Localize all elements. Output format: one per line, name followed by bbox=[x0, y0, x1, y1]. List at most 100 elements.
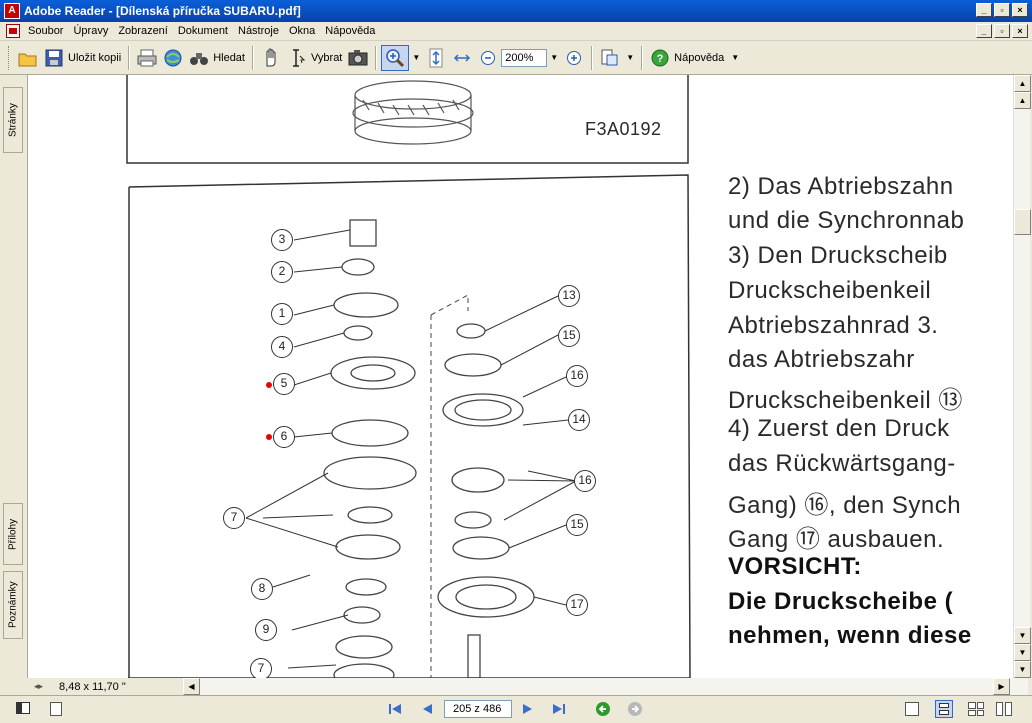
rotate-dropdown-icon[interactable]: ▼ bbox=[626, 53, 634, 62]
menu-document[interactable]: Dokument bbox=[174, 25, 234, 37]
doc-text-line: 2) Das Abtriebszahn bbox=[728, 173, 954, 200]
scroll-up-icon[interactable]: ▲ bbox=[1014, 92, 1031, 109]
zoom-level-input[interactable]: 200% bbox=[501, 48, 548, 67]
page-size-label: 8,48 x 11,70 " bbox=[59, 680, 126, 693]
vertical-scrollbar[interactable]: ▲ ▲ ▼ ▼ ▼ bbox=[1013, 75, 1031, 678]
go-back-icon[interactable] bbox=[594, 701, 612, 717]
scroll-down-icon[interactable]: ▼ bbox=[1014, 627, 1031, 644]
toolbar: Uložit kopii Hledat Vybrat ▼ 200% ▼ ▼ ? … bbox=[0, 41, 1032, 75]
doc-close-button[interactable]: × bbox=[1012, 24, 1028, 38]
facing-pages-icon[interactable] bbox=[968, 702, 984, 716]
scroll-thumb[interactable] bbox=[1014, 209, 1031, 235]
help-button[interactable]: ? Nápověda ▼ bbox=[647, 45, 745, 71]
print-button[interactable] bbox=[134, 45, 160, 71]
minus-circle-icon bbox=[478, 48, 498, 68]
menu-tools[interactable]: Nástroje bbox=[234, 25, 285, 37]
doc-text-line: das Abtriebszahr bbox=[728, 346, 915, 373]
menu-view[interactable]: Zobrazení bbox=[114, 25, 174, 37]
open-button[interactable] bbox=[15, 45, 41, 71]
doc-text-line: Druckscheibenkeil ⑬ bbox=[728, 387, 963, 414]
tab-pages-label: Stránky bbox=[7, 103, 19, 137]
resize-arrows-icon[interactable]: ◂▸ bbox=[34, 681, 43, 692]
document-view[interactable]: F3A0192 3 2 1 4 5 6 7 8 9 7 13 15 16 14 … bbox=[28, 75, 1013, 678]
doc-minimize-button[interactable]: _ bbox=[976, 24, 992, 38]
horizontal-scrollbar[interactable]: ◀ ▶ bbox=[183, 678, 1028, 695]
go-forward-icon[interactable] bbox=[626, 701, 644, 717]
caution-text-line: Die Druckscheibe ( bbox=[728, 588, 954, 615]
select-tool-button[interactable]: Vybrat bbox=[284, 45, 345, 71]
svg-text:?: ? bbox=[657, 53, 664, 65]
toolbar-separator bbox=[375, 45, 378, 70]
callout: 16 bbox=[574, 470, 596, 492]
zoom-in-tool-button[interactable] bbox=[381, 44, 410, 71]
close-button[interactable]: × bbox=[1012, 3, 1028, 17]
menu-edit[interactable]: Úpravy bbox=[69, 25, 114, 37]
caution-text-line: nehmen, wenn diese bbox=[728, 622, 972, 649]
callout: 15 bbox=[566, 514, 588, 536]
zoom-dropdown-icon[interactable]: ▼ bbox=[550, 53, 558, 62]
restore-button[interactable]: ▫ bbox=[994, 3, 1010, 17]
search-button[interactable]: Hledat bbox=[186, 45, 248, 71]
doc-text-line: 4) Zuerst den Druck bbox=[728, 415, 950, 442]
title-bar: A Adobe Reader - [Dílenská příručka SUBA… bbox=[0, 0, 1032, 22]
scroll-right-icon[interactable]: ▶ bbox=[993, 678, 1010, 695]
next-page-icon[interactable] bbox=[519, 701, 537, 717]
menu-help[interactable]: Nápověda bbox=[321, 25, 381, 37]
binoculars-icon bbox=[189, 48, 209, 68]
fit-width-button[interactable] bbox=[449, 45, 475, 71]
first-page-icon[interactable] bbox=[386, 701, 404, 717]
horizontal-bar: ◂▸ 8,48 x 11,70 " ◀ ▶ bbox=[28, 678, 1030, 695]
toolbar-separator bbox=[641, 45, 644, 70]
page-rotate-icon bbox=[600, 48, 620, 68]
minimize-button[interactable]: _ bbox=[976, 3, 992, 17]
toolbar-grip[interactable] bbox=[8, 45, 11, 70]
single-page-icon[interactable] bbox=[905, 702, 919, 716]
last-page-icon[interactable] bbox=[550, 701, 568, 717]
toolbar-separator bbox=[128, 45, 131, 70]
select-label: Vybrat bbox=[310, 51, 343, 64]
help-icon: ? bbox=[650, 48, 670, 68]
doc-restore-button[interactable]: ▫ bbox=[994, 24, 1010, 38]
continuous-facing-icon[interactable] bbox=[996, 702, 1012, 716]
hand-tool-button[interactable] bbox=[258, 45, 284, 71]
window-title: Adobe Reader - [Dílenská příručka SUBARU… bbox=[24, 4, 301, 18]
toggle-panel-icon[interactable] bbox=[16, 702, 30, 714]
continuous-page-icon[interactable] bbox=[935, 700, 953, 718]
rotate-view-button[interactable] bbox=[597, 45, 623, 71]
fit-page-button[interactable] bbox=[423, 45, 449, 71]
doc-text-line: Gang ⑰ ausbauen. bbox=[728, 526, 945, 553]
plus-circle-icon bbox=[564, 48, 584, 68]
snapshot-button[interactable] bbox=[345, 45, 371, 71]
fit-height-icon bbox=[426, 48, 446, 68]
chevron-down-icon[interactable]: ▼ bbox=[412, 53, 420, 62]
email-button[interactable] bbox=[160, 45, 186, 71]
tab-comments[interactable]: Poznámky bbox=[3, 571, 23, 639]
doc-text-line: 3) Den Druckscheib bbox=[728, 242, 948, 269]
callout: 17 bbox=[566, 594, 588, 616]
hand-icon bbox=[261, 48, 281, 68]
scroll-page-down-icon[interactable]: ▼ bbox=[1014, 644, 1031, 661]
printer-icon bbox=[137, 48, 157, 68]
menu-file[interactable]: Soubor bbox=[24, 25, 69, 37]
callout: 2 bbox=[271, 261, 293, 283]
globe-mail-icon bbox=[163, 48, 183, 68]
callout: 3 bbox=[271, 229, 293, 251]
previous-page-icon[interactable] bbox=[418, 701, 436, 717]
page-number-input[interactable]: 205 z 486 bbox=[444, 700, 512, 718]
zoom-out-button[interactable] bbox=[475, 45, 501, 71]
page-thumbnail-icon[interactable] bbox=[50, 702, 62, 716]
scroll-bottom-icon[interactable]: ▼ bbox=[1014, 661, 1031, 678]
scroll-top-icon[interactable]: ▲ bbox=[1014, 75, 1031, 92]
tab-pages[interactable]: Stránky bbox=[3, 87, 23, 153]
help-dropdown-icon[interactable]: ▼ bbox=[731, 53, 739, 62]
tab-attachments[interactable]: Přílohy bbox=[3, 503, 23, 565]
save-copy-button[interactable]: Uložit kopii bbox=[41, 45, 124, 71]
scroll-left-icon[interactable]: ◀ bbox=[183, 678, 200, 695]
callout: 13 bbox=[558, 285, 580, 307]
folder-open-icon bbox=[18, 48, 38, 68]
document-icon[interactable] bbox=[6, 24, 20, 38]
caution-title: VORSICHT: bbox=[728, 553, 862, 580]
doc-text-line: das Rückwärtsgang- bbox=[728, 450, 956, 477]
menu-window[interactable]: Okna bbox=[285, 25, 321, 37]
zoom-in-button[interactable] bbox=[561, 45, 587, 71]
